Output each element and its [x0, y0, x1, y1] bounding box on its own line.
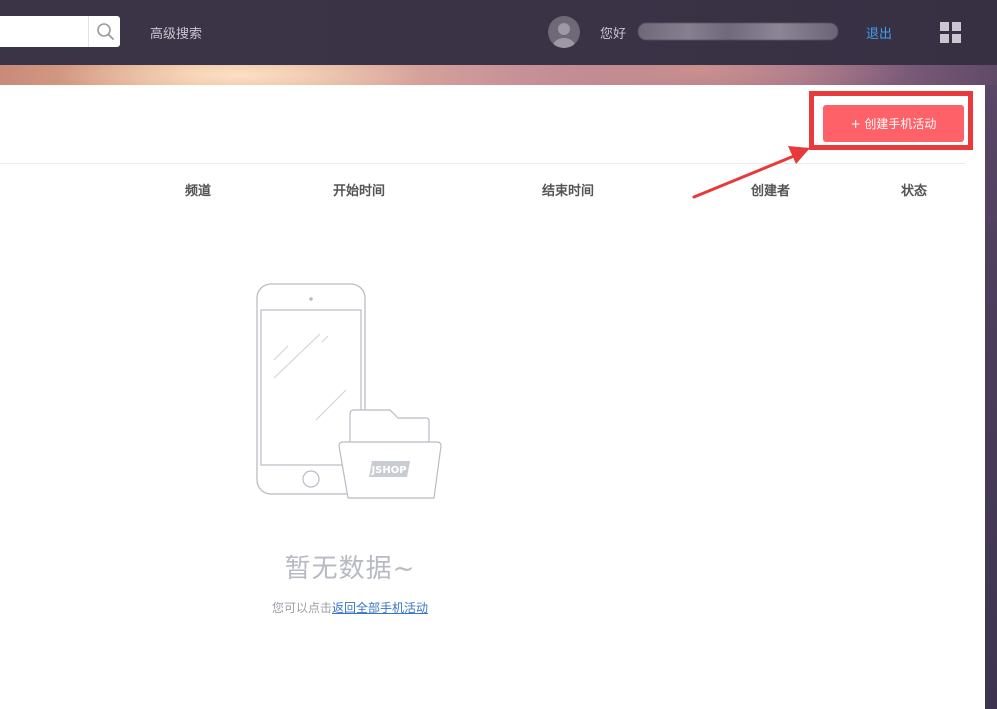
banner-edge — [985, 85, 997, 709]
top-navigation-bar: 高级搜索 您好 退出 — [0, 0, 997, 65]
header-divider — [0, 163, 965, 164]
activity-panel: + 创建手机活动 频道 开始时间 结束时间 创建者 状态 JSHOP 暂无数据~… — [0, 85, 985, 709]
greeting-text: 您好 — [600, 27, 627, 42]
back-to-all-activities-link[interactable]: 返回全部手机活动 — [332, 601, 428, 615]
empty-state-title: 暂无数据~ — [284, 554, 416, 584]
advanced-search-link[interactable]: 高级搜索 — [150, 23, 202, 42]
logout-link[interactable]: 退出 — [866, 23, 892, 42]
empty-state-hint: 您可以点击返回全部手机活动 — [230, 599, 470, 616]
empty-phone-illustration: JSHOP — [256, 283, 442, 499]
search-icon — [97, 23, 114, 40]
column-header-end-time: 结束时间 — [542, 184, 595, 199]
username-redacted — [638, 23, 838, 40]
empty-state-hint-text: 您可以点击 — [271, 601, 332, 615]
jshop-badge: JSHOP — [370, 465, 406, 476]
avatar[interactable] — [548, 16, 580, 48]
search-input[interactable] — [0, 16, 90, 45]
column-header-start-time: 开始时间 — [333, 184, 386, 199]
annotation-arrow — [692, 146, 810, 199]
search-button[interactable] — [88, 16, 120, 47]
apps-grid-icon[interactable] — [940, 22, 961, 43]
annotation-highlight-box — [809, 91, 973, 150]
search-box — [0, 16, 120, 47]
column-header-status: 状态 — [901, 184, 928, 199]
column-header-channel: 频道 — [185, 184, 212, 199]
user-icon — [553, 23, 575, 48]
